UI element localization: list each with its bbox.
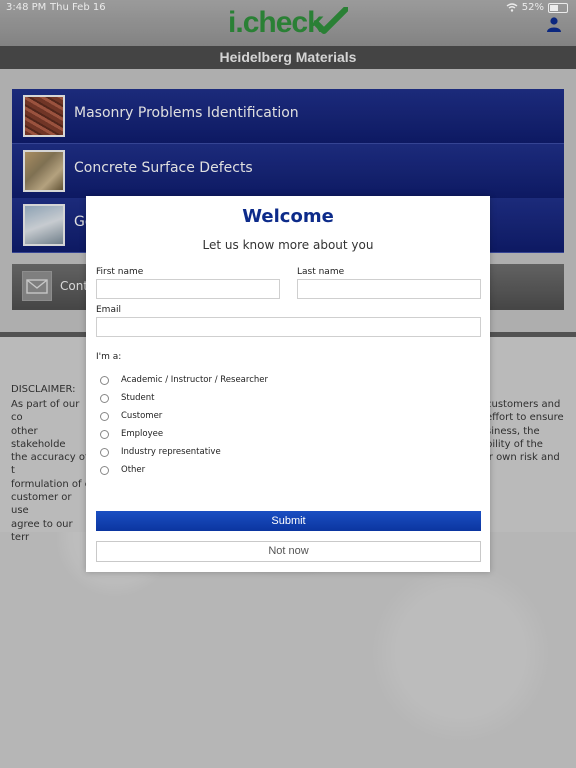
not-now-button[interactable]: Not now [96, 541, 481, 562]
role-option-label: Student [121, 393, 155, 403]
role-label: I'm a: [96, 352, 122, 362]
role-option-academic[interactable]: Academic / Instructor / Researcher [100, 375, 268, 385]
radio-button[interactable] [100, 375, 109, 385]
dialog-title: Welcome [242, 206, 334, 227]
first-name-field[interactable] [96, 279, 280, 299]
email-label: Email [96, 305, 121, 315]
last-name-label: Last name [297, 267, 345, 277]
role-option-label: Other [121, 465, 146, 475]
radio-button[interactable] [100, 465, 109, 475]
role-option-customer[interactable]: Customer [100, 411, 162, 421]
dialog-subtitle: Let us know more about you [202, 238, 374, 252]
welcome-dialog: Welcome Let us know more about you First… [86, 196, 490, 572]
role-option-other[interactable]: Other [100, 465, 145, 475]
radio-button[interactable] [100, 393, 109, 403]
role-option-label: Employee [121, 429, 164, 439]
email-field[interactable] [96, 317, 481, 337]
radio-button[interactable] [100, 429, 109, 439]
radio-button[interactable] [100, 447, 109, 457]
role-option-industry[interactable]: Industry representative [100, 447, 221, 457]
submit-button[interactable]: Submit [96, 511, 481, 531]
role-option-label: Industry representative [121, 447, 221, 457]
radio-button[interactable] [100, 411, 109, 421]
role-option-label: Customer [121, 411, 163, 421]
role-option-student[interactable]: Student [100, 393, 154, 403]
first-name-label: First name [96, 267, 144, 277]
last-name-field[interactable] [297, 279, 481, 299]
role-option-employee[interactable]: Employee [100, 429, 163, 439]
role-option-label: Academic / Instructor / Researcher [121, 375, 268, 385]
